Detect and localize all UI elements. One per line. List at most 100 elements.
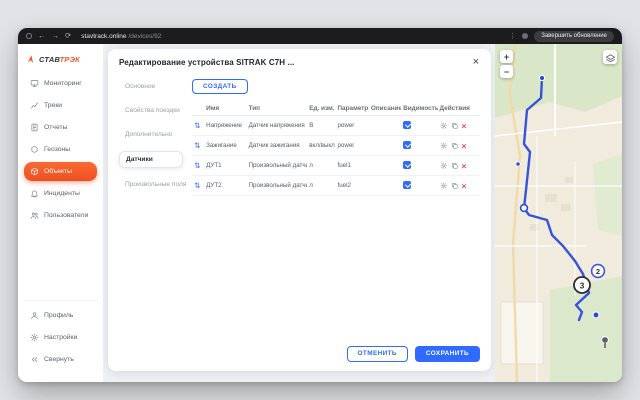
- sidebar-item-label: Треки: [44, 102, 62, 109]
- sidebar-item-collapse[interactable]: Свернуть: [24, 350, 97, 369]
- sidebar-item-label: Профиль: [44, 312, 73, 319]
- sensor-description: [369, 156, 401, 176]
- visibility-checkbox[interactable]: [403, 121, 411, 129]
- map-marker-3[interactable]: 3: [574, 277, 590, 293]
- close-icon[interactable]: ×: [472, 58, 480, 66]
- delete-icon[interactable]: ×: [462, 122, 467, 131]
- sensor-type: Датчик напряжения: [247, 116, 308, 136]
- sidebar-item-geozones[interactable]: Геозоны: [24, 140, 97, 159]
- sensor-param: fuel2: [335, 176, 368, 196]
- sidebar: СТАВТРЭК Мониторинг Треки Отчеты Геозоны…: [18, 44, 104, 382]
- create-button[interactable]: СОЗДАТЬ: [192, 79, 248, 94]
- sidebar-item-label: Настройки: [44, 334, 77, 341]
- sensor-name: ДУТ2: [204, 176, 246, 196]
- col-header-type: Тип: [247, 102, 308, 116]
- sensor-type: Произвольный датчик: [247, 176, 308, 196]
- sensor-name: Зажигание: [204, 136, 246, 156]
- table-row: ⇅ ДУТ2 Произвольный датчик л fuel2: [192, 176, 480, 196]
- sidebar-item-profile[interactable]: Профиль: [24, 306, 97, 325]
- sidebar-item-monitoring[interactable]: Мониторинг: [24, 74, 97, 93]
- sensor-param: fuel1: [335, 156, 368, 176]
- person-icon: [30, 311, 39, 320]
- sidebar-item-incidents[interactable]: Инциденты: [24, 184, 97, 203]
- drag-handle-icon[interactable]: ⇅: [194, 161, 200, 170]
- visibility-checkbox[interactable]: [403, 141, 411, 149]
- cancel-button[interactable]: ОТМЕНИТЬ: [347, 346, 408, 362]
- zoom-controls: + −: [500, 50, 513, 78]
- visibility-checkbox[interactable]: [403, 161, 411, 169]
- drag-handle-icon[interactable]: ⇅: [194, 141, 200, 150]
- window-control-icon[interactable]: [26, 33, 32, 39]
- tab-custom-fields[interactable]: Произвольные поля: [119, 177, 183, 192]
- map-canvas: 2 3: [495, 44, 622, 382]
- layers-icon: [605, 53, 616, 64]
- copy-icon[interactable]: [451, 142, 459, 150]
- url-path: /devices/92: [128, 33, 161, 40]
- sidebar-item-reports[interactable]: Отчеты: [24, 118, 97, 137]
- sidebar-item-settings[interactable]: Настройки: [24, 328, 97, 347]
- device-edit-modal: Редактирование устройства SITRAK C7H ...…: [108, 49, 491, 371]
- sensor-param: power: [335, 116, 368, 136]
- table-header-row: Имя Тип Ед. изм. Параметр Описание Видим…: [192, 102, 480, 116]
- settings-icon[interactable]: [440, 122, 448, 130]
- sensor-name: ДУТ1: [204, 156, 246, 176]
- delete-icon[interactable]: ×: [462, 182, 467, 191]
- settings-icon[interactable]: [440, 182, 448, 190]
- url-host: stavtrack.online: [81, 33, 126, 40]
- drag-handle-icon[interactable]: ⇅: [194, 121, 200, 130]
- reload-icon[interactable]: ⟳: [65, 32, 71, 40]
- extensions-icon[interactable]: ⋮: [509, 32, 516, 40]
- cube-icon: [30, 167, 39, 176]
- settings-icon[interactable]: [440, 162, 448, 170]
- forward-icon[interactable]: →: [52, 32, 60, 40]
- logo-icon: [26, 54, 36, 64]
- delete-icon[interactable]: ×: [462, 142, 467, 151]
- modal-title: Редактирование устройства SITRAK C7H ...: [119, 58, 294, 67]
- logo[interactable]: СТАВТРЭК: [24, 52, 97, 74]
- sidebar-item-tracks[interactable]: Треки: [24, 96, 97, 115]
- zoom-out-button[interactable]: −: [500, 65, 513, 78]
- settings-icon[interactable]: [440, 142, 448, 150]
- url-bar[interactable]: stavtrack.online/devices/92: [81, 33, 161, 40]
- copy-icon[interactable]: [451, 182, 459, 190]
- sensor-description: [369, 116, 401, 136]
- vehicle-dot: [593, 312, 599, 318]
- visibility-checkbox[interactable]: [403, 181, 411, 189]
- back-icon[interactable]: ←: [38, 32, 46, 40]
- route-point-dot: [516, 162, 520, 166]
- save-button[interactable]: СОХРАНИТЬ: [415, 346, 480, 362]
- monitor-icon: [30, 79, 39, 88]
- layers-button[interactable]: [603, 50, 617, 64]
- tab-additional[interactable]: Дополнительно: [119, 127, 183, 142]
- table-row: ⇅ Напряжение Датчик напряжения В power: [192, 116, 480, 136]
- table-row: ⇅ Зажигание Датчик зажигания вкл/выкл po…: [192, 136, 480, 156]
- map-panel[interactable]: 2 3 + −: [495, 44, 622, 382]
- sensor-name: Напряжение: [204, 116, 246, 136]
- col-header-param: Параметр: [335, 102, 368, 116]
- copy-icon[interactable]: [451, 122, 459, 130]
- logo-text: СТАВТРЭК: [39, 55, 80, 64]
- finish-update-button[interactable]: Завершить обновление: [534, 31, 614, 42]
- sidebar-item-label: Свернуть: [44, 356, 74, 363]
- delete-icon[interactable]: ×: [462, 162, 467, 171]
- map-marker-2[interactable]: 2: [592, 265, 605, 278]
- copy-icon[interactable]: [451, 162, 459, 170]
- profile-avatar[interactable]: [522, 33, 528, 39]
- users-icon: [30, 211, 39, 220]
- drag-handle-icon[interactable]: ⇅: [194, 181, 200, 190]
- sidebar-bottom-group: Профиль Настройки Свернуть: [24, 300, 97, 372]
- sensor-unit: В: [307, 116, 335, 136]
- zoom-in-button[interactable]: +: [500, 50, 513, 63]
- tab-trip-properties[interactable]: Свойства поездки: [119, 103, 183, 118]
- svg-text:3: 3: [580, 281, 585, 291]
- col-header-visibility: Видимость: [401, 102, 437, 116]
- tab-main[interactable]: Основное: [119, 79, 183, 94]
- sidebar-item-users[interactable]: Пользователи: [24, 206, 97, 225]
- sidebar-item-label: Пользователи: [44, 212, 88, 219]
- tab-sensors[interactable]: Датчики: [119, 151, 183, 168]
- svg-text:2: 2: [596, 267, 600, 276]
- gear-icon: [30, 333, 39, 342]
- sensor-type: Датчик зажигания: [247, 136, 308, 156]
- sidebar-item-objects[interactable]: Объекты: [24, 162, 97, 181]
- sensor-description: [369, 136, 401, 156]
